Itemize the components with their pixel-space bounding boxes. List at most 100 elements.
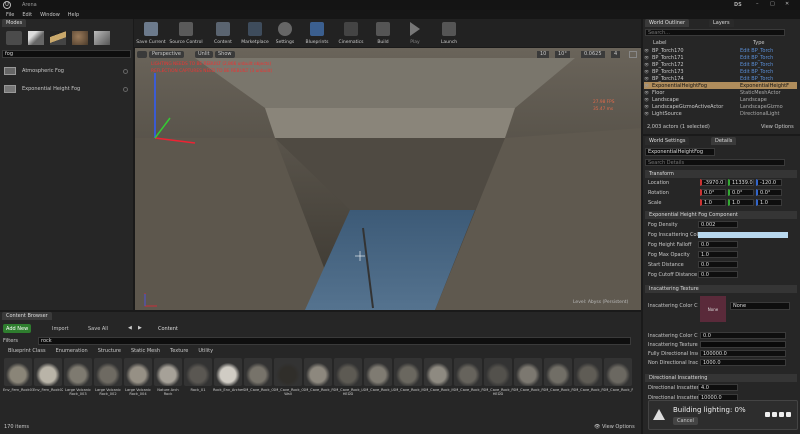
asset-thumbnail[interactable] [334,358,362,386]
rotation-snap[interactable]: 10° [555,51,570,58]
property-value-field[interactable]: 0.0 [700,332,786,339]
details-search-input[interactable]: Search Details [645,159,785,166]
mode-paint-icon[interactable] [28,31,44,45]
property-value-field[interactable]: 1.0 [698,251,738,258]
menu-window[interactable]: Window [40,12,60,18]
mode-foliage-icon[interactable] [72,31,88,45]
transform-section[interactable]: Transform [645,170,797,178]
modes-search-input[interactable]: fog [2,50,131,58]
menu-help[interactable]: Help [68,12,79,18]
outliner-type-header[interactable]: Type [753,40,764,46]
content-path[interactable]: Content [158,326,178,332]
back-icon[interactable]: ◀ [128,325,132,331]
tab-layers[interactable]: Layers [709,19,734,27]
transform-scl-field[interactable]: 1.0 [756,199,782,206]
property-value-field[interactable]: 0.0 [698,241,738,248]
table-row[interactable]: 👁 Floor StaticMeshActor [644,89,797,96]
outliner-search-input[interactable]: Search... [645,29,785,36]
list-item[interactable]: Atmospheric Fog [4,64,130,78]
outliner-view-options[interactable]: View Options [761,124,794,130]
asset-search-input[interactable]: rock [38,337,631,345]
tab-world-outliner[interactable]: World Outliner [645,19,690,27]
maximize-viewport-icon[interactable] [629,51,637,58]
fog-color-swatch[interactable] [698,232,788,238]
table-row[interactable]: 👁 BP_Torch174 Edit BP_Torch [644,75,797,82]
table-row[interactable]: 👁 LightSource DirectionalLight [644,110,797,117]
visibility-eye-icon[interactable]: 👁 [644,83,652,88]
asset-thumbnail[interactable] [514,358,542,386]
transform-loc-field[interactable]: 11339.0 [728,179,754,186]
filter-enumeration[interactable]: Enumeration [56,348,88,354]
inscattering-texture-section[interactable]: Inscattering Texture [645,285,797,293]
visibility-eye-icon[interactable]: 👁 [644,90,652,95]
table-row[interactable]: 👁 BP_Torch171 Edit BP_Torch [644,54,797,61]
asset-thumbnail[interactable] [544,358,572,386]
viewport-options-button[interactable] [137,51,147,58]
source-control-button[interactable]: Source Control [168,20,204,47]
filter-utility[interactable]: Utility [198,348,213,354]
maximize-button[interactable]: □ [770,1,780,9]
mode-landscape-icon[interactable] [50,31,66,45]
outliner-label-header[interactable]: Label [653,40,667,46]
property-value-field[interactable]: 0.0 [698,261,738,268]
actor-name-field[interactable]: ExponentialHeightFog [645,148,715,156]
table-row[interactable]: 👁 LandscapeGizmoActiveActor LandscapeGizmo [644,103,797,110]
directional-inscattering-section[interactable]: Directional Inscattering [645,374,797,382]
asset-thumbnail[interactable] [274,358,302,386]
transform-loc-field[interactable]: -3970.0 [700,179,726,186]
asset-thumbnail[interactable] [184,358,212,386]
table-row[interactable]: 👁 ExponentialHeightFog ExponentialHeightF [644,82,797,89]
forward-icon[interactable]: ▶ [138,325,142,331]
property-value-field[interactable]: 0.0 [698,271,738,278]
blueprints-button[interactable]: Blueprints [302,20,332,47]
visibility-eye-icon[interactable]: 👁 [644,62,652,67]
cinematics-button[interactable]: Cinematics [335,20,367,47]
show-button[interactable]: Show [215,51,235,58]
launch-button[interactable]: Launch [436,20,462,47]
camera-speed[interactable]: 4 [611,51,621,58]
asset-thumbnail[interactable] [364,358,392,386]
transform-rot-field[interactable]: 0.0° [700,189,726,196]
property-value-field[interactable]: 4.0 [698,384,738,391]
asset-thumbnail[interactable] [454,358,482,386]
level-viewport[interactable]: Perspective Unlit Show LIGHTING NEEDS TO… [135,48,641,310]
table-row[interactable]: 👁 BP_Torch170 Edit BP_Torch [644,47,797,54]
asset-thumbnail[interactable] [424,358,452,386]
asset-thumbnail[interactable] [604,358,632,386]
menu-file[interactable]: File [6,12,14,18]
perspective-button[interactable]: Perspective [149,51,184,58]
table-row[interactable]: 👁 Landscape Landscape [644,96,797,103]
menu-edit[interactable]: Edit [22,12,32,18]
filters-button[interactable]: Filters [3,338,18,344]
asset-thumbnail[interactable] [304,358,332,386]
asset-thumbnail[interactable] [244,358,272,386]
tab-modes[interactable]: Modes [2,19,27,27]
asset-thumbnail[interactable] [124,358,152,386]
close-button[interactable]: ✕ [785,1,795,9]
save-current-button[interactable]: Save Current [136,20,166,47]
filter-blueprint-class[interactable]: Blueprint Class [8,348,46,354]
cancel-build-button[interactable]: Cancel [673,417,698,425]
save-all-button[interactable]: Save All [88,326,108,332]
visibility-eye-icon[interactable]: 👁 [644,104,652,109]
asset-thumbnail[interactable] [214,358,242,386]
visibility-eye-icon[interactable]: 👁 [644,76,652,81]
visibility-eye-icon[interactable]: 👁 [644,48,652,53]
play-button[interactable]: Play [402,20,428,47]
tab-content-browser[interactable]: Content Browser [2,312,52,320]
asset-thumbnail[interactable] [94,358,122,386]
import-button[interactable]: Import [52,326,69,332]
fog-component-section[interactable]: Exponential Height Fog Component [645,211,797,219]
tab-details[interactable]: Details [711,137,737,145]
tab-world-settings[interactable]: World Settings [645,137,690,145]
content-view-options[interactable]: 👁 View Options [594,424,635,430]
asset-thumbnail[interactable] [394,358,422,386]
grid-snap[interactable]: 10 [537,51,550,58]
scale-snap[interactable]: 0.0625 [581,51,605,58]
transform-scl-field[interactable]: 1.0 [728,199,754,206]
visibility-eye-icon[interactable]: 👁 [644,69,652,74]
visibility-eye-icon[interactable]: 👁 [644,97,652,102]
visibility-eye-icon[interactable]: 👁 [644,111,652,116]
unlit-button[interactable]: Unlit [195,51,213,58]
filter-texture[interactable]: Texture [170,348,188,354]
